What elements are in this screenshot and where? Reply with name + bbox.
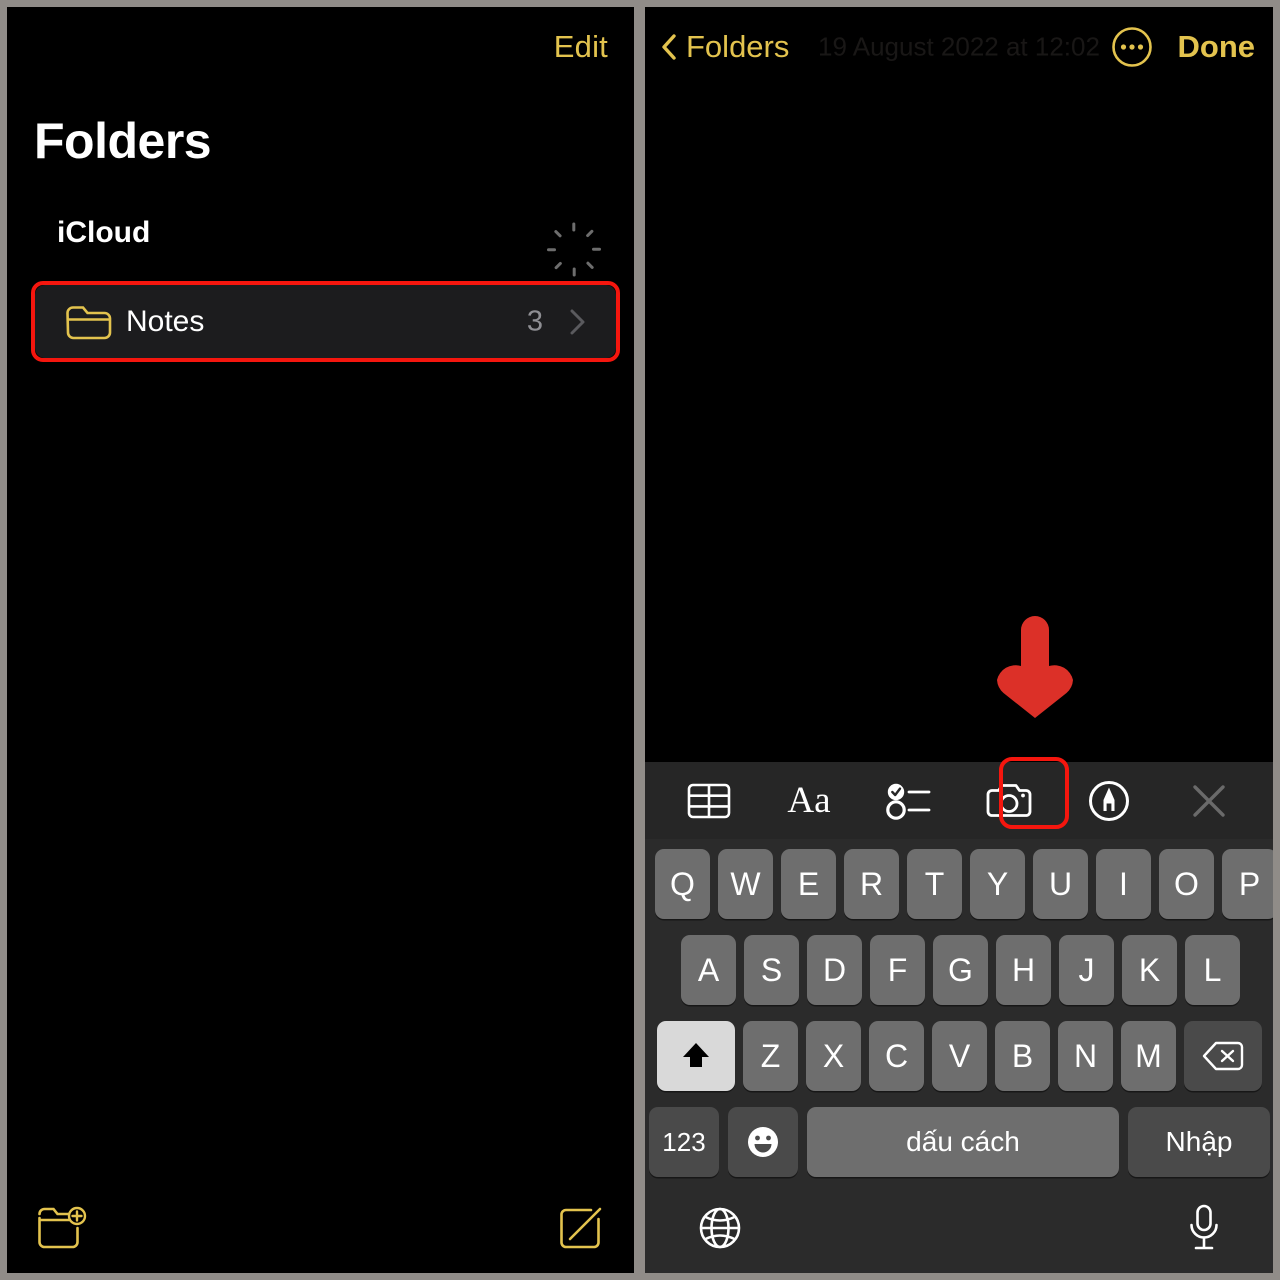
keyboard-row-2: A S D F G H J K L	[673, 935, 1248, 1005]
annotation-highlight-camera-button	[999, 757, 1069, 829]
space-key[interactable]: dấu cách	[807, 1107, 1119, 1177]
checklist-icon	[886, 783, 931, 820]
key-p[interactable]: P	[1222, 849, 1273, 919]
note-editor-panel: Folders 19 August 2022 at 12:02 Done Aa …	[645, 7, 1273, 1273]
key-j[interactable]: J	[1059, 935, 1114, 1005]
table-button[interactable]	[678, 770, 740, 832]
screenshot-root: Edit Folders iCloud Notes 3 Folders 19 A…	[0, 0, 1280, 1280]
backspace-key[interactable]	[1184, 1021, 1262, 1091]
table-icon	[687, 783, 731, 818]
ellipsis-circle-icon[interactable]	[1111, 26, 1153, 68]
key-w[interactable]: W	[718, 849, 773, 919]
compose-note-icon[interactable]	[558, 1205, 604, 1251]
close-toolbar-button[interactable]	[1178, 770, 1240, 832]
backspace-delete-icon	[1202, 1041, 1244, 1071]
annotation-highlight-notes-row	[31, 281, 620, 362]
section-header-icloud: iCloud	[57, 216, 151, 249]
key-t[interactable]: T	[907, 849, 962, 919]
keyboard-row-5	[645, 1191, 1273, 1273]
key-e[interactable]: E	[781, 849, 836, 919]
done-button[interactable]: Done	[1178, 29, 1256, 65]
keyboard-row-3: Z X C V B N M	[649, 1021, 1270, 1091]
page-title: Folders	[34, 113, 212, 169]
key-l[interactable]: L	[1185, 935, 1240, 1005]
text-format-icon: Aa	[787, 780, 831, 821]
key-o[interactable]: O	[1159, 849, 1214, 919]
key-h[interactable]: H	[996, 935, 1051, 1005]
key-g[interactable]: G	[933, 935, 988, 1005]
emoji-key[interactable]	[728, 1107, 798, 1177]
sync-spinner-icon	[547, 217, 601, 277]
key-s[interactable]: S	[744, 935, 799, 1005]
folders-panel: Edit Folders iCloud Notes 3	[7, 7, 634, 1273]
key-n[interactable]: N	[1058, 1021, 1113, 1091]
keyboard-row-4: 123 dấu cách Nhập	[649, 1107, 1270, 1177]
markup-button[interactable]	[1078, 770, 1140, 832]
shift-key[interactable]	[657, 1021, 735, 1091]
numeric-switch-key[interactable]: 123	[649, 1107, 719, 1177]
key-f[interactable]: F	[870, 935, 925, 1005]
close-x-icon	[1193, 784, 1225, 817]
checklist-button[interactable]	[878, 770, 940, 832]
text-format-button[interactable]: Aa	[778, 770, 840, 832]
folders-bottom-toolbar	[7, 1183, 634, 1273]
key-q[interactable]: Q	[655, 849, 710, 919]
key-d[interactable]: D	[807, 935, 862, 1005]
key-c[interactable]: C	[869, 1021, 924, 1091]
key-v[interactable]: V	[932, 1021, 987, 1091]
keyboard-row-1: Q W E R T Y U I O P	[648, 849, 1273, 919]
note-body-text-area[interactable]	[645, 89, 1273, 762]
key-z[interactable]: Z	[743, 1021, 798, 1091]
microphone-icon[interactable]	[1187, 1203, 1221, 1253]
key-u[interactable]: U	[1033, 849, 1088, 919]
note-format-toolbar: Aa	[645, 762, 1273, 839]
return-key[interactable]: Nhập	[1128, 1107, 1270, 1177]
markup-pen-icon	[1089, 780, 1129, 821]
note-nav-bar: Folders 19 August 2022 at 12:02 Done	[645, 7, 1273, 89]
emoji-smiley-icon	[748, 1127, 778, 1157]
key-i[interactable]: I	[1096, 849, 1151, 919]
key-r[interactable]: R	[844, 849, 899, 919]
edit-button[interactable]: Edit	[554, 29, 608, 65]
key-x[interactable]: X	[806, 1021, 861, 1091]
key-a[interactable]: A	[681, 935, 736, 1005]
virtual-keyboard: Q W E R T Y U I O P A S D F G H J K L Z …	[645, 839, 1273, 1273]
folders-nav-bar: Edit	[7, 7, 634, 93]
globe-language-icon[interactable]	[697, 1205, 743, 1251]
key-m[interactable]: M	[1121, 1021, 1176, 1091]
annotation-arrow-down-icon	[997, 616, 1073, 718]
new-folder-icon[interactable]	[37, 1205, 89, 1251]
key-b[interactable]: B	[995, 1021, 1050, 1091]
key-y[interactable]: Y	[970, 849, 1025, 919]
shift-up-arrow-icon	[683, 1043, 709, 1067]
key-k[interactable]: K	[1122, 935, 1177, 1005]
